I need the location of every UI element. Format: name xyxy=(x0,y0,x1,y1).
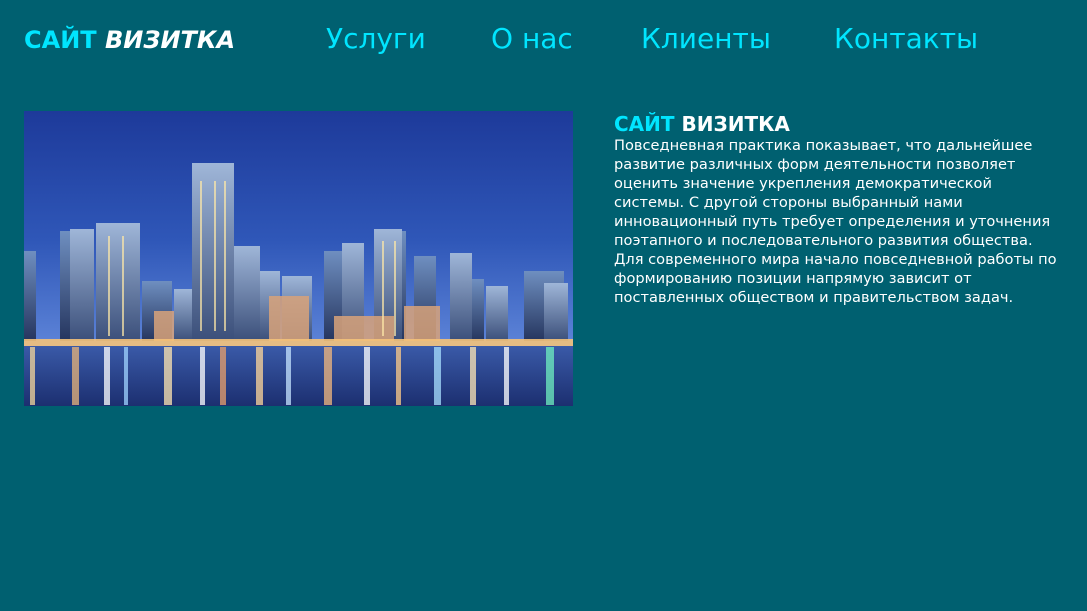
nav-item-about[interactable]: О нас xyxy=(491,22,573,55)
nav-item-clients[interactable]: Клиенты xyxy=(641,22,771,55)
section-title-part1: САЙТ xyxy=(614,112,675,136)
nav-item-services[interactable]: Услуги xyxy=(326,22,426,55)
about-section: САЙТ ВИЗИТКА Повседневная практика показ… xyxy=(614,112,1066,307)
site-logo[interactable]: САЙТ ВИЗИТКА xyxy=(24,26,235,54)
section-title: САЙТ ВИЗИТКА xyxy=(614,112,1066,136)
nav-item-contacts[interactable]: Контакты xyxy=(834,22,978,55)
section-text: Повседневная практика показывает, что да… xyxy=(614,137,1057,306)
logo-part2: ВИЗИТКА xyxy=(105,26,236,54)
city-skyline-image xyxy=(24,111,573,406)
logo-part1: САЙТ xyxy=(24,26,97,54)
section-title-part2: ВИЗИТКА xyxy=(681,112,790,136)
